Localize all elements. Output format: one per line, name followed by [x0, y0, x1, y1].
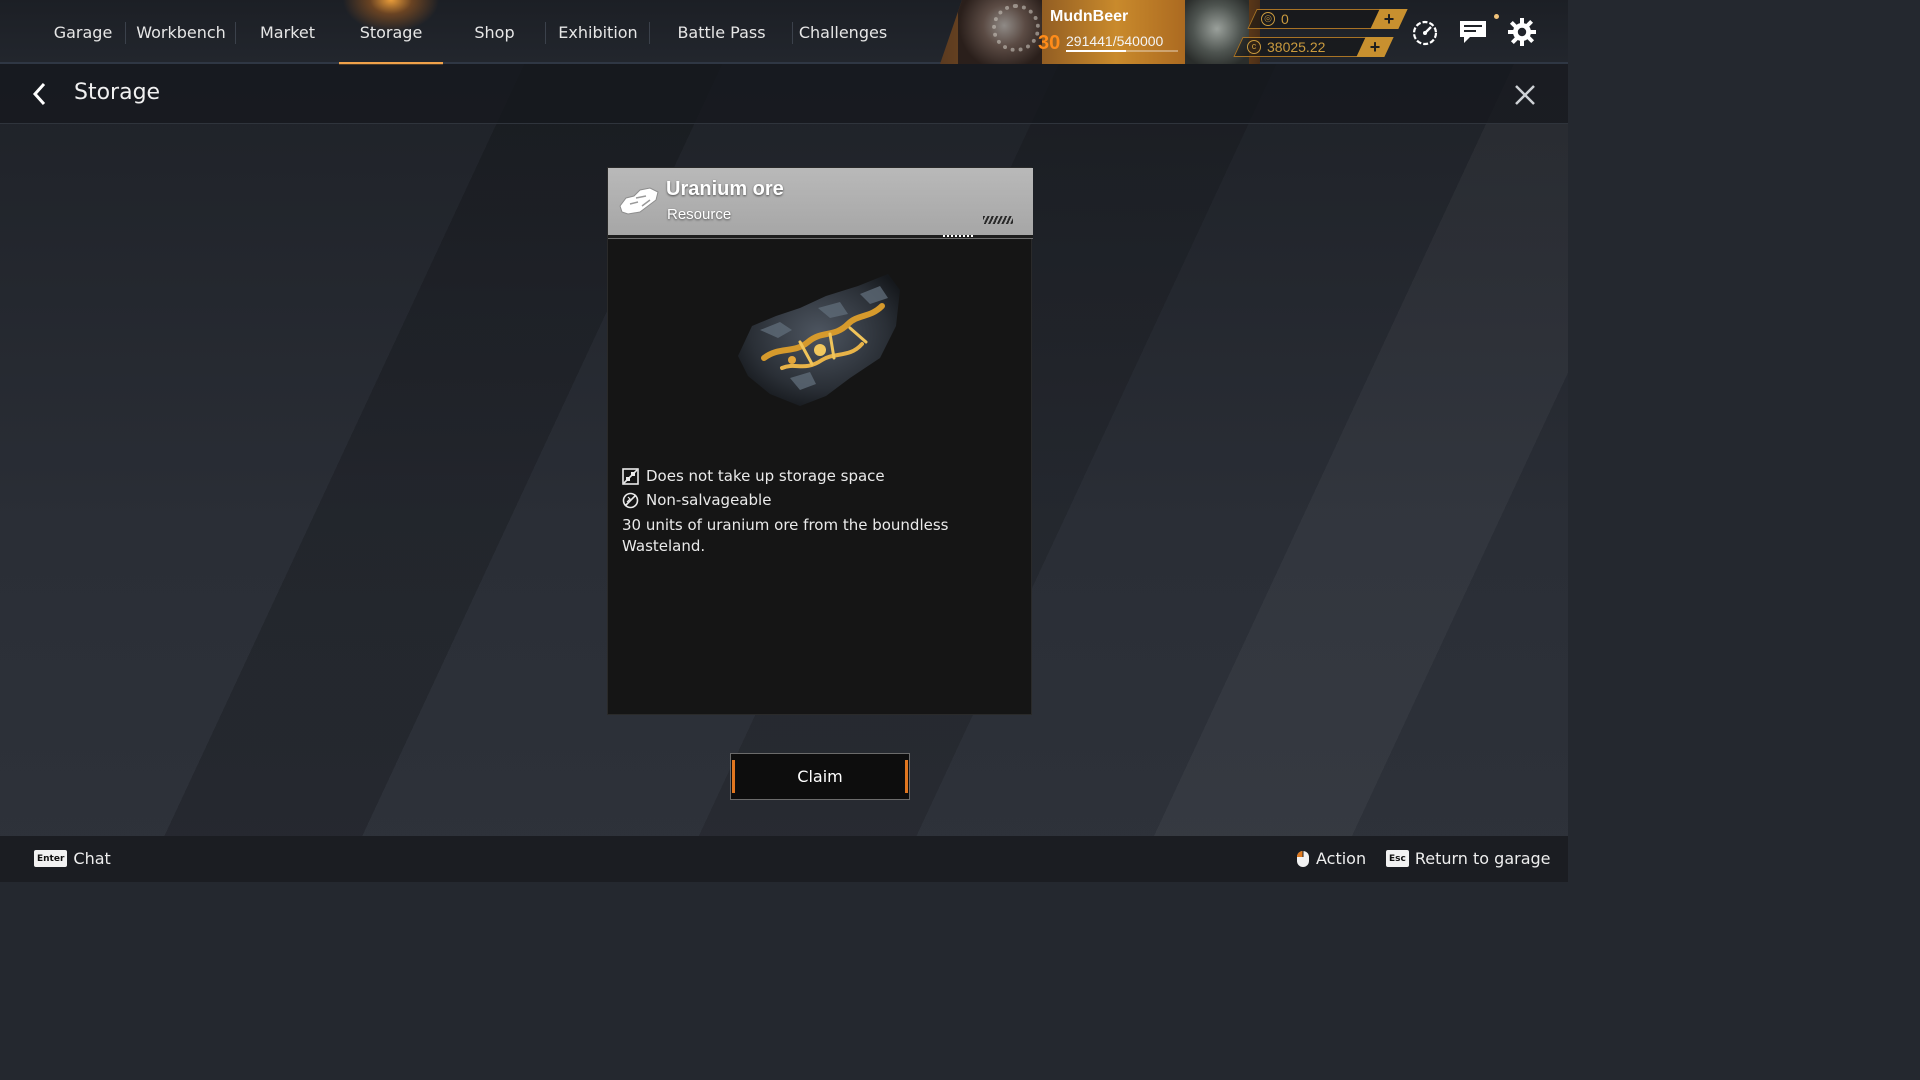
item-card-header: Uranium ore Resource	[608, 168, 1033, 239]
player-level: 30	[1038, 32, 1061, 54]
back-chevron-icon[interactable]	[26, 80, 54, 108]
item-type: Resource	[667, 206, 732, 223]
resource-category-icon	[616, 182, 662, 222]
player-name: MudnBeer	[1050, 8, 1129, 25]
messages-icon[interactable]	[1457, 16, 1489, 48]
tab-exhibition[interactable]: Exhibition	[546, 0, 650, 64]
coupon-value: 0	[1281, 11, 1289, 27]
tab-label: Storage	[359, 22, 423, 42]
tab-label: Workbench	[136, 22, 226, 42]
page-title: Storage	[74, 80, 161, 105]
tab-label: Market	[260, 22, 315, 42]
tab-workbench[interactable]: Workbench	[126, 0, 236, 64]
uranium-ore-image	[730, 268, 910, 418]
tab-label: Garage	[53, 22, 113, 42]
claim-button[interactable]: Claim	[730, 753, 910, 800]
footer-bar: Enter Chat Action Esc Return to garage	[0, 836, 1568, 882]
tab-storage[interactable]: Storage	[339, 0, 443, 65]
item-properties: Does not take up storage space Non-salva…	[622, 464, 1022, 557]
tab-shop[interactable]: Shop	[443, 0, 546, 64]
property-text: Non-salvageable	[646, 491, 772, 509]
speedometer-icon[interactable]	[1409, 16, 1441, 48]
coin-balance: c 38025.22 +	[1233, 37, 1394, 57]
decorative-hatch	[983, 216, 1013, 224]
esc-key-icon: Esc	[1386, 850, 1409, 867]
player-portrait	[958, 0, 1042, 64]
player-banner[interactable]: MudnBeer 30 291441/540000	[940, 0, 1260, 64]
chat-label: Chat	[73, 849, 111, 868]
tab-label: Shop	[474, 22, 515, 42]
return-label: Return to garage	[1414, 849, 1551, 868]
player-xp: 291441/540000	[1066, 33, 1164, 49]
return-to-garage-shortcut[interactable]: Esc Return to garage	[1386, 849, 1551, 868]
action-label: Action	[1316, 849, 1367, 868]
item-detail-card: Uranium ore Resource Does not take up st…	[607, 167, 1033, 715]
item-name: Uranium ore	[666, 178, 784, 200]
notification-dot	[1494, 14, 1499, 19]
mouse-icon	[1297, 850, 1309, 867]
page-header: Storage	[0, 64, 1568, 124]
main-tabs: Garage Workbench Market Storage Shop Exh…	[40, 0, 893, 65]
settings-gear-icon[interactable]	[1506, 16, 1538, 48]
xp-progress-bar	[1066, 50, 1178, 52]
property-non-salvageable: Non-salvageable	[622, 488, 1022, 512]
property-text: Does not take up storage space	[646, 467, 885, 485]
coupon-balance: ◎ 0 +	[1247, 9, 1408, 29]
chat-shortcut[interactable]: Enter Chat	[34, 849, 111, 868]
tab-label: Exhibition	[558, 22, 638, 42]
top-navigation-bar: Garage Workbench Market Storage Shop Exh…	[0, 0, 1568, 65]
tab-battle-pass[interactable]: Battle Pass	[650, 0, 793, 64]
close-icon[interactable]	[1510, 80, 1540, 110]
no-storage-icon	[622, 467, 639, 485]
action-shortcut[interactable]: Action	[1296, 849, 1366, 868]
non-salvageable-icon	[622, 492, 639, 508]
tab-market[interactable]: Market	[236, 0, 339, 64]
enter-key-icon: Enter	[34, 850, 68, 867]
coupon-icon: ◎	[1261, 12, 1275, 26]
decorative-dots	[943, 235, 973, 237]
coin-icon: c	[1247, 40, 1261, 54]
tab-label: Challenges	[798, 22, 888, 42]
coin-value: 38025.22	[1267, 39, 1326, 55]
xp-progress-fill	[1066, 50, 1127, 52]
header-divider	[608, 238, 1033, 239]
tab-challenges[interactable]: Challenges	[793, 0, 893, 64]
property-no-storage: Does not take up storage space	[622, 464, 1022, 488]
item-description: 30 units of uranium ore from the boundle…	[622, 516, 949, 555]
tab-garage[interactable]: Garage	[40, 0, 126, 64]
tab-label: Battle Pass	[677, 22, 766, 42]
